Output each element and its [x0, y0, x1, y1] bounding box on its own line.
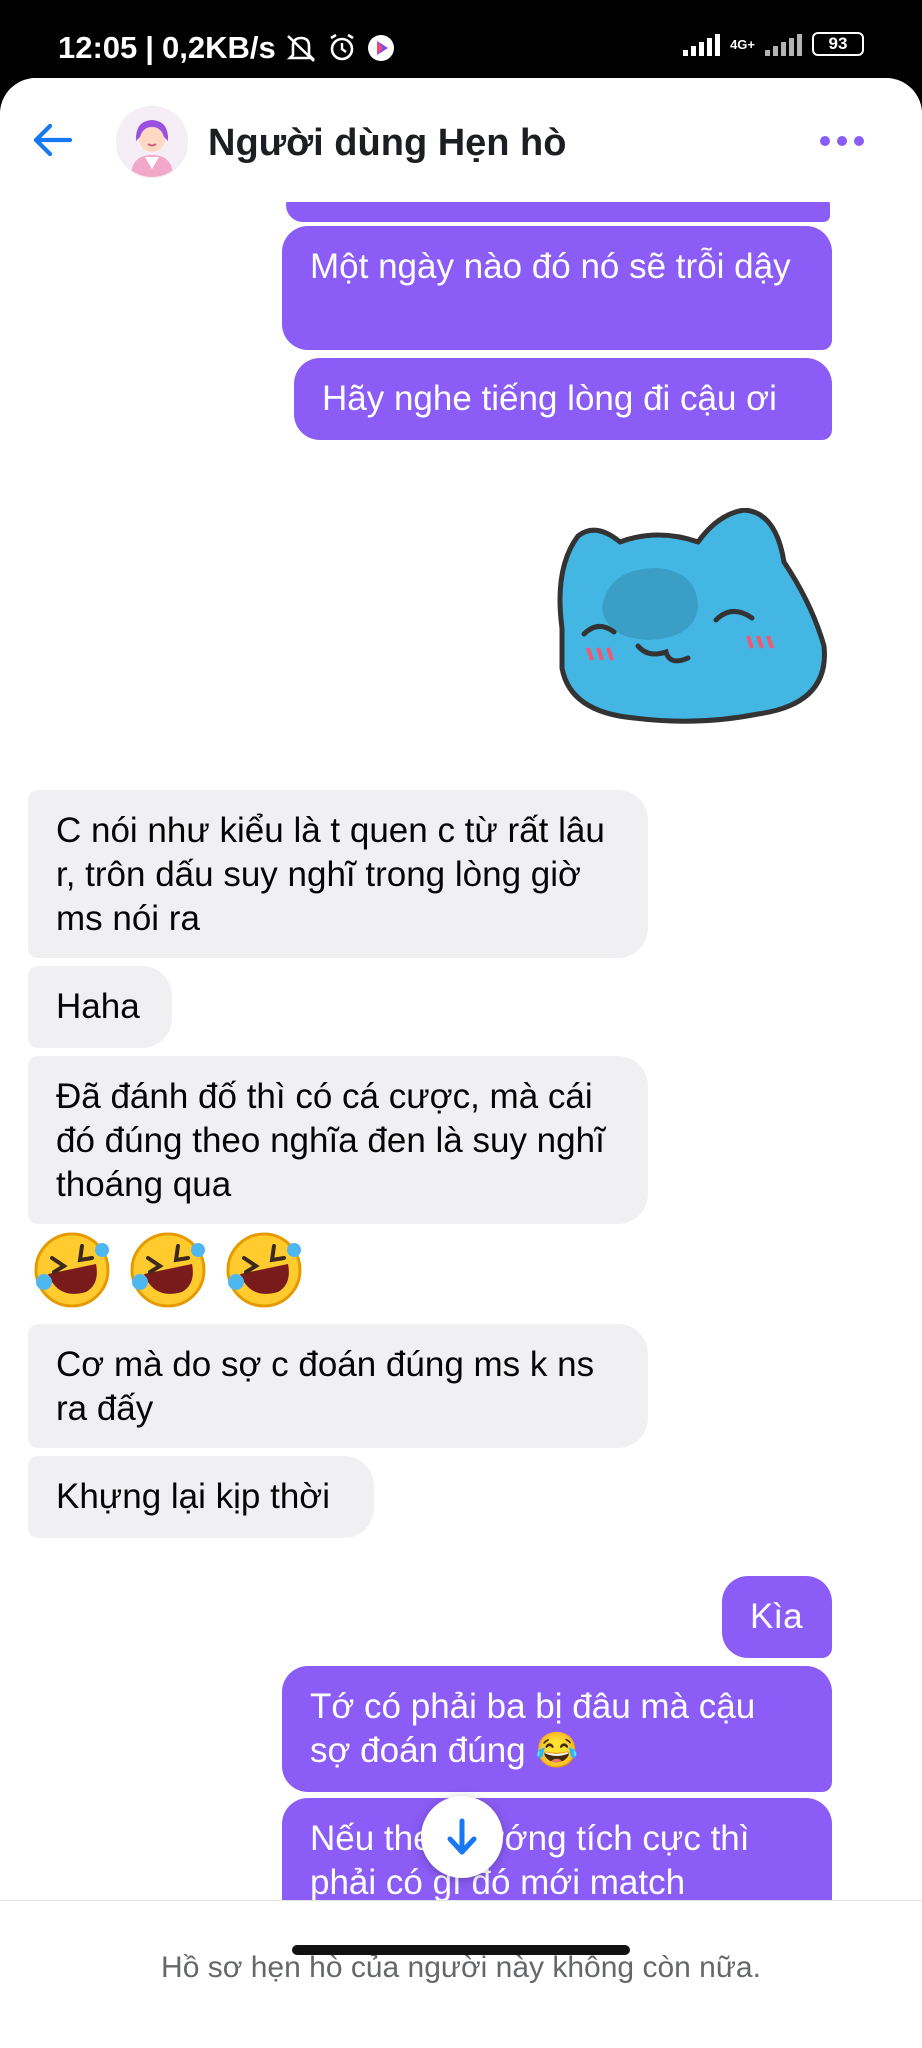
arrow-left-icon[interactable]: [30, 120, 74, 160]
message-bubble-outgoing[interactable]: Kìa: [722, 1576, 832, 1658]
message-bubble-outgoing[interactable]: Hãy nghe tiếng lòng đi cậu ơi: [294, 358, 832, 440]
message-bubble-outgoing[interactable]: Một ngày nào đó nó sẽ trỗi dậy: [282, 226, 832, 350]
chat-title[interactable]: Người dùng Hẹn hò: [208, 122, 566, 165]
message-bubble-outgoing[interactable]: Tớ có phải ba bị đâu mà cậu sợ đoán đúng…: [282, 1666, 832, 1792]
message-bubble-incoming[interactable]: C nói như kiểu là t quen c từ rất lâu r,…: [28, 790, 648, 958]
message-bubble-incoming[interactable]: Khựng lại kịp thời: [28, 1456, 374, 1538]
chat-screen: Người dùng Hẹn hò Một ngày nào đó nó sẽ …: [0, 78, 922, 2048]
status-separator: |: [145, 30, 154, 65]
chat-header: Người dùng Hẹn hò: [0, 78, 922, 202]
chat-footer: Hồ sơ hẹn hò của người này không còn nữa…: [0, 1900, 922, 2048]
rolling-laughing-emoji-icon: [130, 1232, 206, 1308]
message-bubble-incoming[interactable]: Đã đánh đố thì có cá cược, mà cái đó đún…: [28, 1056, 648, 1224]
status-bar-right: 4G+ 93: [683, 32, 864, 56]
bell-muted-icon: [286, 35, 315, 62]
arrow-down-icon: [447, 1818, 477, 1855]
profile-unavailable-notice: Hồ sơ hẹn hò của người này không còn nữa…: [161, 1951, 761, 1984]
message-bubble-incoming[interactable]: Cơ mà do sợ c đoán đúng ms k ns ra đấy: [28, 1324, 648, 1448]
network-type: 4G+: [730, 36, 755, 52]
battery-indicator: 93: [812, 32, 864, 56]
signal-bars-icon: [683, 32, 721, 56]
dating-user-avatar-icon: [117, 107, 187, 177]
message-bubble-incoming[interactable]: Haha: [28, 966, 172, 1048]
scroll-to-bottom-button[interactable]: [421, 1796, 503, 1878]
network-speed: 0,2KB/s: [161, 30, 276, 65]
rolling-laughing-emoji-icon: [226, 1232, 302, 1308]
more-dots-icon[interactable]: [820, 136, 864, 146]
avatar[interactable]: [116, 106, 188, 178]
blue-cat-sticker[interactable]: [548, 507, 838, 736]
clock: 12:05: [58, 30, 138, 65]
home-indicator[interactable]: [292, 1945, 630, 1955]
status-bar: 12:05 | 0,2KB/s 4G+ 93: [0, 0, 922, 80]
emoji-message[interactable]: [30, 1228, 306, 1312]
play-store-icon: [367, 35, 394, 61]
signal-bars-secondary-icon: [765, 32, 802, 56]
alarm-icon: [330, 33, 354, 61]
status-bar-left: 12:05 | 0,2KB/s: [58, 30, 396, 66]
blue-cat-sticker-icon: [557, 507, 827, 724]
rolling-laughing-emoji-icon: [34, 1232, 110, 1308]
battery-level: 93: [828, 34, 848, 53]
